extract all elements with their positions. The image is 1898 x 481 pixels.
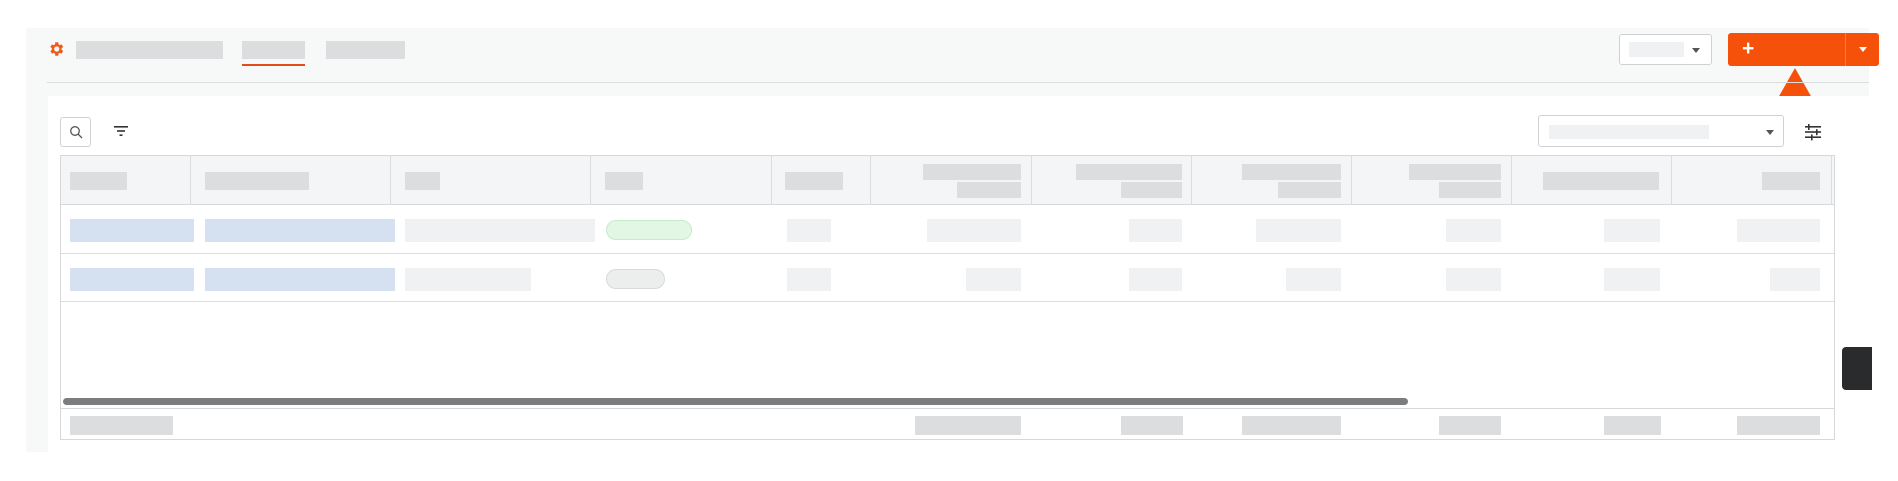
column-header[interactable] [1543,172,1659,190]
button-divider [1845,33,1846,66]
row-divider [61,301,1834,302]
table-cell [1256,219,1341,242]
table-cell [405,268,531,291]
column-header[interactable] [1439,182,1501,198]
tab-3[interactable] [326,41,405,59]
table-header [61,156,1834,205]
tab-2[interactable] [242,41,305,59]
column-header[interactable] [605,172,643,190]
table-cell [1129,219,1182,242]
view-dropdown-value [1629,42,1684,57]
table-cell [1446,268,1501,291]
total-value [915,416,1021,435]
data-table [60,155,1835,440]
record-link[interactable] [205,268,395,291]
table-cell [1129,268,1182,291]
column-header[interactable] [70,172,127,190]
column-divider[interactable] [1671,156,1672,205]
table-total-row [61,408,1834,441]
status-badge [606,220,692,240]
add-button-label: + [1742,37,1755,60]
column-divider[interactable] [1511,156,1512,205]
row-divider [61,253,1834,254]
table-cell [405,219,595,242]
header-divider [47,82,1869,83]
column-divider [190,156,191,205]
table-cell [1446,219,1501,242]
column-divider[interactable] [771,156,772,205]
column-header[interactable] [1121,182,1182,198]
column-header[interactable] [957,182,1021,198]
table-cell [1737,219,1820,242]
total-value [1604,416,1661,435]
column-header[interactable] [205,172,309,190]
total-value [1439,416,1501,435]
column-divider[interactable] [390,156,391,205]
feedback-tab[interactable] [1842,347,1872,390]
add-button[interactable]: + [1728,33,1879,66]
table-cell [1604,219,1660,242]
table-cell [1286,268,1341,291]
table-cell [927,219,1021,242]
column-header[interactable] [785,172,843,190]
column-divider[interactable] [1831,156,1832,205]
search-icon [70,126,83,139]
column-header[interactable] [1278,182,1341,198]
table-cell [1770,268,1820,291]
column-view-select[interactable] [1538,115,1784,147]
chevron-down-icon [1766,130,1774,135]
filter-icon[interactable] [114,125,128,137]
column-divider[interactable] [590,156,591,205]
gear-icon[interactable] [47,40,65,58]
total-value [1242,416,1341,435]
column-header[interactable] [1076,164,1182,180]
record-link[interactable] [70,268,194,291]
status-badge [606,269,665,289]
total-value [1121,416,1183,435]
total-value [1737,416,1820,435]
chevron-down-icon[interactable] [1859,47,1867,52]
column-header[interactable] [1242,164,1341,180]
column-divider[interactable] [1031,156,1032,205]
sliders-icon[interactable] [1804,123,1822,141]
column-header[interactable] [1409,164,1501,180]
record-link[interactable] [205,219,395,242]
table-cell [966,268,1021,291]
column-divider[interactable] [1351,156,1352,205]
view-dropdown[interactable] [1619,34,1712,65]
column-view-select-value [1549,125,1709,139]
total-label [70,416,173,435]
search-button[interactable] [60,117,91,147]
table-cell [1604,268,1660,291]
active-tab-indicator [242,64,305,66]
column-header[interactable] [405,172,440,190]
column-divider[interactable] [1191,156,1192,205]
table-cell [787,219,831,242]
chevron-down-icon [1692,48,1700,53]
column-header[interactable] [923,164,1021,180]
column-header[interactable] [1762,172,1820,190]
column-divider[interactable] [870,156,871,205]
breadcrumb-title [76,41,223,59]
record-link[interactable] [70,219,194,242]
table-cell [787,268,831,291]
horizontal-scrollbar[interactable] [63,398,1408,405]
